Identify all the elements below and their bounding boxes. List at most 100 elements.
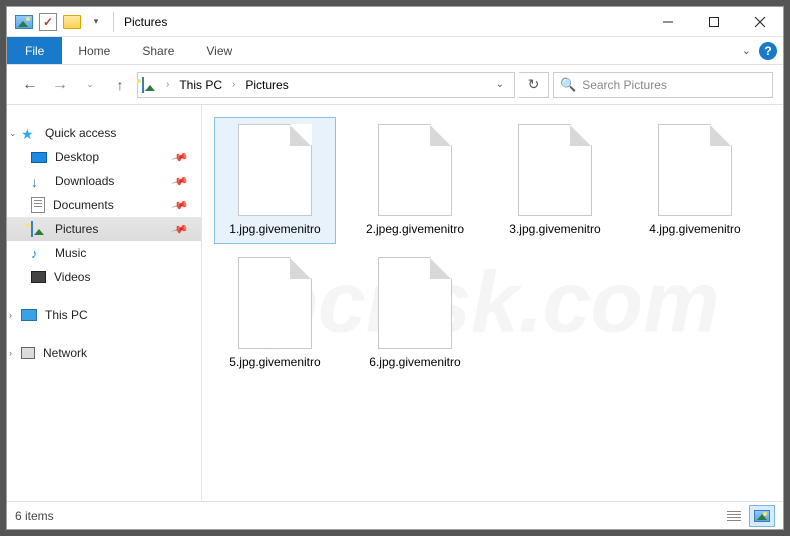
file-icon: [658, 124, 732, 216]
maximize-button[interactable]: [691, 7, 737, 36]
file-item[interactable]: 2.jpeg.givemenitro: [354, 117, 476, 244]
sidebar-item-label: Network: [43, 346, 87, 360]
forward-button[interactable]: →: [47, 72, 73, 98]
music-icon: ♪: [31, 246, 47, 260]
file-item[interactable]: 6.jpg.givemenitro: [354, 250, 476, 377]
close-icon: [754, 16, 766, 28]
quick-access-toolbar: ✓ ▾ Pictures: [7, 11, 167, 33]
sidebar-item-label: Pictures: [55, 222, 98, 236]
pin-icon: 📌: [171, 172, 189, 190]
sidebar-item-documents[interactable]: Documents 📌: [7, 193, 201, 217]
sidebar-item-label: This PC: [45, 308, 88, 322]
star-icon: ★: [21, 126, 37, 140]
close-button[interactable]: [737, 7, 783, 36]
file-icon: [378, 124, 452, 216]
tab-home[interactable]: Home: [62, 37, 126, 64]
ribbon-tabs: File Home Share View ⌄ ?: [7, 37, 783, 65]
sidebar-item-label: Desktop: [55, 150, 99, 164]
app-icon: [13, 11, 35, 33]
recent-locations-dropdown[interactable]: ⌄: [77, 72, 103, 98]
back-button[interactable]: ←: [17, 72, 43, 98]
this-pc-icon: [21, 309, 37, 321]
status-bar: 6 items: [7, 501, 783, 529]
videos-icon: [31, 271, 46, 283]
minimize-icon: [662, 16, 674, 28]
navigation-bar: ← → ⌄ ↑ › This PC › Pictures ⌄ ↻ 🔍 Searc…: [7, 65, 783, 105]
item-count: 6 items: [15, 509, 54, 523]
file-list[interactable]: pcrisk.com 1.jpg.givemenitro2.jpeg.givem…: [202, 105, 783, 501]
file-item[interactable]: 3.jpg.givemenitro: [494, 117, 616, 244]
qat-properties-icon[interactable]: ✓: [37, 11, 59, 33]
sidebar-quick-access[interactable]: ⌄ ★ Quick access: [7, 121, 201, 145]
file-tab[interactable]: File: [7, 37, 62, 64]
location-icon: [142, 78, 160, 92]
body: ⌄ ★ Quick access Desktop 📌 ↓ Downloads 📌…: [7, 105, 783, 501]
titlebar: ✓ ▾ Pictures: [7, 7, 783, 37]
file-name: 5.jpg.givemenitro: [229, 355, 320, 370]
tab-share[interactable]: Share: [126, 37, 190, 64]
sidebar-item-label: Quick access: [45, 126, 116, 140]
search-input[interactable]: 🔍 Search Pictures: [553, 72, 773, 98]
qat-customize-dropdown[interactable]: ▾: [85, 11, 107, 33]
file-name: 6.jpg.givemenitro: [369, 355, 460, 370]
help-button[interactable]: ?: [759, 42, 777, 60]
file-name: 4.jpg.givemenitro: [649, 222, 740, 237]
pin-icon: 📌: [171, 196, 189, 214]
chevron-right-icon[interactable]: ›: [164, 79, 171, 90]
sidebar-item-pictures[interactable]: Pictures 📌: [7, 217, 201, 241]
downloads-icon: ↓: [31, 174, 47, 188]
sidebar-item-label: Videos: [54, 270, 90, 284]
tab-view[interactable]: View: [190, 37, 248, 64]
sidebar-item-videos[interactable]: Videos: [7, 265, 201, 289]
sidebar-item-label: Documents: [53, 198, 114, 212]
file-name: 3.jpg.givemenitro: [509, 222, 600, 237]
ribbon-expand-button[interactable]: ⌄: [742, 44, 751, 57]
thumbnails-icon: [754, 510, 770, 522]
file-item[interactable]: 1.jpg.givemenitro: [214, 117, 336, 244]
sidebar-item-music[interactable]: ♪ Music: [7, 241, 201, 265]
file-icon: [518, 124, 592, 216]
chevron-down-icon[interactable]: ⌄: [9, 128, 17, 139]
file-item[interactable]: 4.jpg.givemenitro: [634, 117, 756, 244]
details-view-button[interactable]: [721, 505, 747, 527]
file-icon: [378, 257, 452, 349]
chevron-right-icon[interactable]: ›: [9, 348, 12, 358]
file-icon: [238, 124, 312, 216]
navigation-pane[interactable]: ⌄ ★ Quick access Desktop 📌 ↓ Downloads 📌…: [7, 105, 202, 501]
sidebar-item-label: Music: [55, 246, 86, 260]
breadcrumb-pictures[interactable]: Pictures: [241, 78, 292, 92]
chevron-right-icon[interactable]: ›: [9, 310, 12, 320]
sidebar-item-label: Downloads: [55, 174, 114, 188]
file-name: 1.jpg.givemenitro: [229, 222, 320, 237]
maximize-icon: [708, 16, 720, 28]
desktop-icon: [31, 152, 47, 163]
search-icon: 🔍: [560, 77, 576, 93]
address-bar[interactable]: › This PC › Pictures ⌄: [137, 72, 515, 98]
window-controls: [645, 7, 783, 36]
sidebar-this-pc[interactable]: › This PC: [7, 303, 201, 327]
pin-icon: 📌: [171, 220, 189, 238]
separator: [113, 12, 114, 32]
pin-icon: 📌: [171, 148, 189, 166]
breadcrumb-this-pc[interactable]: This PC: [175, 78, 226, 92]
up-button[interactable]: ↑: [107, 72, 133, 98]
view-toggle: [721, 505, 775, 527]
sidebar-item-downloads[interactable]: ↓ Downloads 📌: [7, 169, 201, 193]
file-explorer-window: ✓ ▾ Pictures File Home Share View ⌄ ?: [6, 6, 784, 530]
sidebar-item-desktop[interactable]: Desktop 📌: [7, 145, 201, 169]
refresh-button[interactable]: ↻: [519, 72, 549, 98]
file-name: 2.jpeg.givemenitro: [366, 222, 464, 237]
qat-new-folder-icon[interactable]: [61, 11, 83, 33]
address-dropdown[interactable]: ⌄: [490, 79, 510, 90]
documents-icon: [31, 197, 45, 213]
sidebar-network[interactable]: › Network: [7, 341, 201, 365]
window-title: Pictures: [124, 15, 167, 29]
search-placeholder: Search Pictures: [582, 78, 667, 92]
minimize-button[interactable]: [645, 7, 691, 36]
thumbnails-view-button[interactable]: [749, 505, 775, 527]
file-item[interactable]: 5.jpg.givemenitro: [214, 250, 336, 377]
network-icon: [21, 347, 35, 359]
pictures-icon: [31, 222, 47, 236]
chevron-right-icon[interactable]: ›: [230, 79, 237, 90]
details-icon: [727, 511, 741, 521]
